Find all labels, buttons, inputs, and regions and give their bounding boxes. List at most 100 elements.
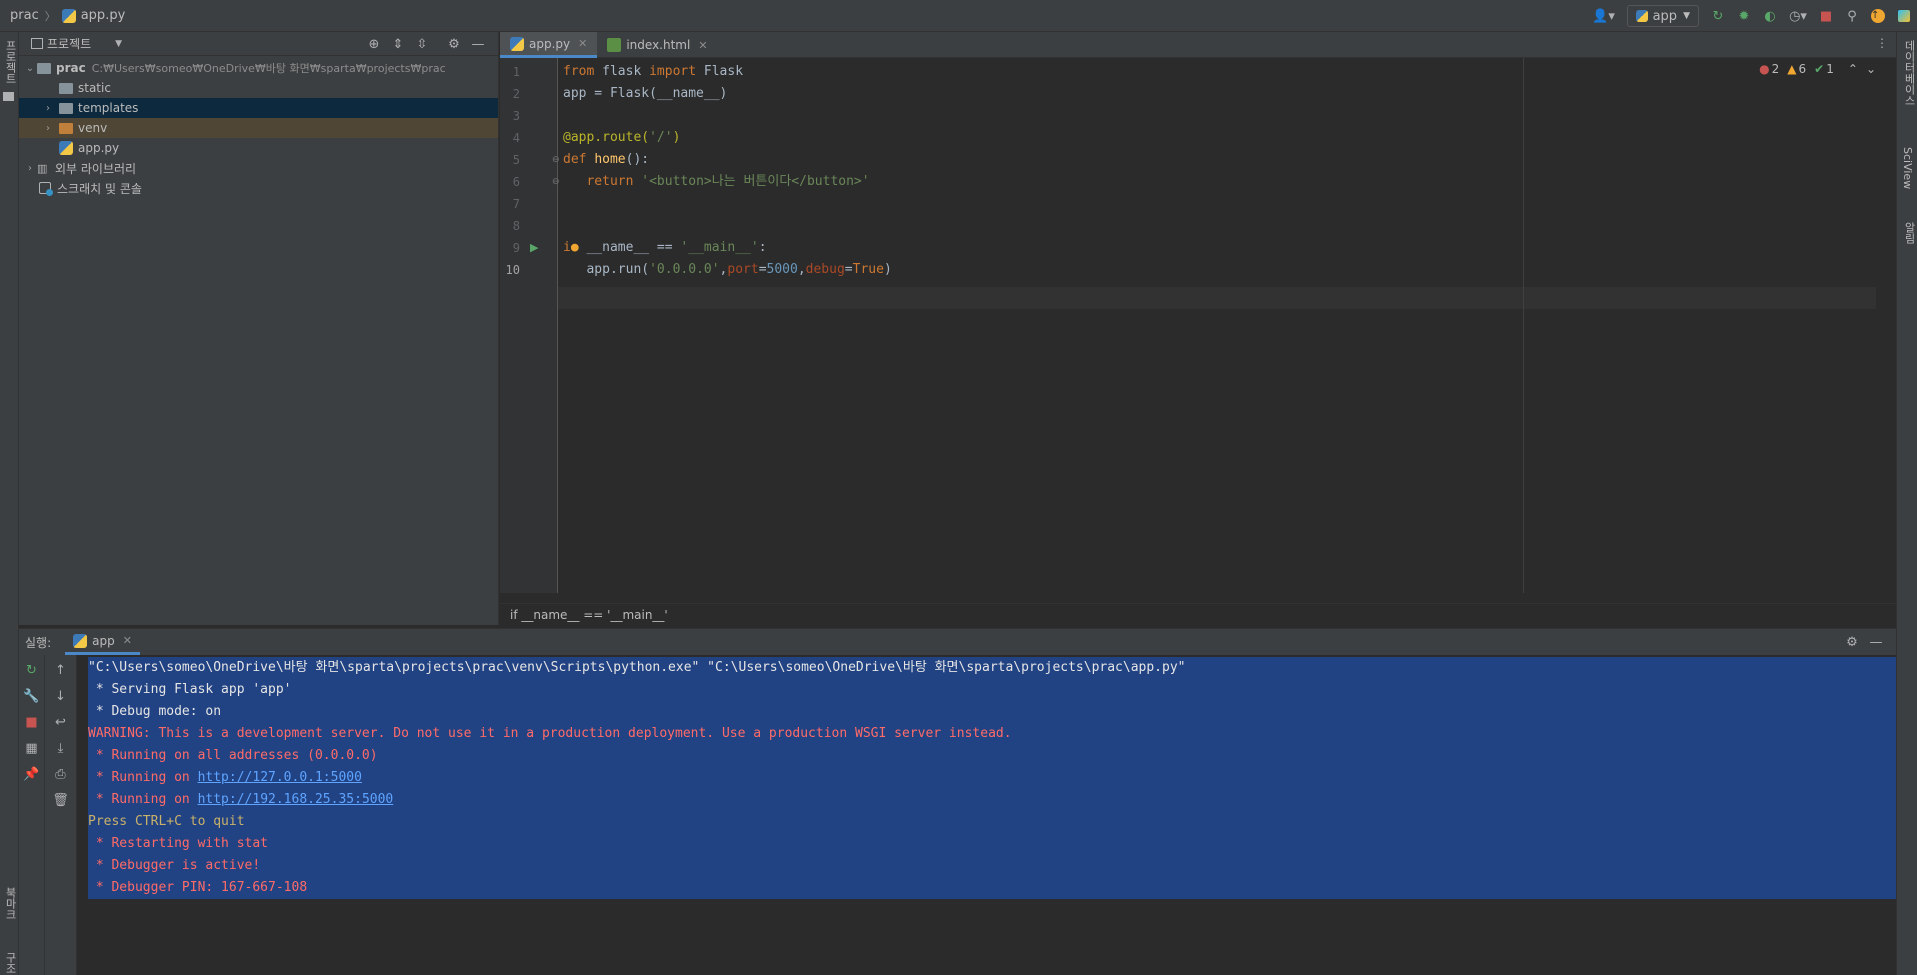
console-text: * Running on (88, 770, 198, 785)
gear-icon[interactable]: ⚙ (1840, 635, 1864, 650)
stop-icon[interactable]: ■ (1813, 4, 1839, 28)
coverage-icon[interactable]: ◐ (1757, 4, 1783, 28)
chevron-up-icon[interactable]: ⌃ (1848, 62, 1858, 76)
bookmarks-tool-label[interactable]: 북마크 (2, 887, 18, 920)
structure-tool-label[interactable]: 구조 (2, 952, 18, 974)
rerun-icon[interactable]: ↻ (19, 663, 44, 678)
chevron-right-icon[interactable]: › (41, 103, 55, 114)
tree-item-static[interactable]: static (19, 78, 498, 98)
check-icon: ✔ (1814, 62, 1825, 76)
fold-icon[interactable]: ⊖ (552, 149, 560, 171)
code-line: return '<button>나는 버튼이다</button>' (586, 174, 870, 189)
rerun-icon[interactable]: ↻ (1705, 4, 1731, 28)
chevron-right-icon[interactable]: › (41, 123, 55, 134)
wrench-icon[interactable]: 🔧 (19, 689, 44, 704)
console-line: * Running on http://192.168.25.35:5000 (88, 789, 1896, 811)
expand-all-icon[interactable]: ⇕ (386, 37, 410, 52)
console-line: * Running on http://127.0.0.1:5000 (88, 767, 1896, 789)
python-file-icon (510, 36, 524, 51)
pin-icon[interactable]: 📌 (19, 767, 44, 782)
fold-icon[interactable]: ⊖ (552, 171, 560, 193)
run-config-selector[interactable]: app ▼ (1626, 5, 1699, 27)
tree-item-label: prac (56, 61, 86, 75)
chevron-right-icon[interactable]: › (23, 163, 37, 174)
error-count: 2 (1771, 62, 1780, 76)
project-view-icon (31, 38, 43, 49)
editor-breadcrumb[interactable]: if __name__ == '__main__' (500, 603, 1896, 625)
editor-tabs: app.py ✕ index.html ✕ ⋮ (500, 32, 1896, 58)
sciview-tool-label[interactable]: SciView (1901, 147, 1914, 189)
notifications-tool-label[interactable]: 알림 (1901, 222, 1917, 244)
code-content[interactable]: from flask import Flask app = Flask(__na… (563, 58, 1876, 593)
minimize-icon[interactable]: — (466, 37, 490, 52)
tree-item-templates[interactable]: › templates (19, 98, 498, 118)
breadcrumb-file[interactable]: app.py (81, 8, 126, 23)
update-icon[interactable]: ↑ (1865, 4, 1891, 28)
more-tabs-icon[interactable]: ⋮ (1876, 36, 1888, 50)
run-config-label: app (1652, 8, 1678, 24)
tree-item-app-py[interactable]: app.py (19, 138, 498, 158)
navigation-bar: prac 〉 app.py 👤▾ app ▼ ↻ ✹ ◐ ◷▾ ■ ⚲ ↑ (0, 0, 1917, 32)
tree-item-external-libraries[interactable]: › ▥ 외부 라이브러리 (19, 158, 498, 178)
console-text: * Running on (88, 792, 198, 807)
collapse-all-icon[interactable]: ⇳ (410, 37, 434, 52)
tree-item-scratches[interactable]: 스크래치 및 콘솔 (19, 178, 498, 198)
tree-item-path: C:₩Users₩someo₩OneDrive₩바탕 화면₩sparta₩pro… (91, 62, 446, 75)
html-file-icon (607, 38, 622, 52)
tab-app-py[interactable]: app.py ✕ (500, 32, 598, 58)
database-tool-label[interactable]: 데이터베이스 (1901, 40, 1917, 106)
error-icon: ● (1759, 62, 1770, 76)
run-toolbar-secondary: ↑ ↓ ↩ ⤓ ⎙ 🗑 (45, 655, 77, 975)
python-file-icon (1635, 10, 1648, 22)
tab-index-html[interactable]: index.html ✕ (597, 32, 717, 58)
folder-icon (3, 92, 14, 101)
project-panel-header: 프로젝트 ▼ ⊕ ⇕ ⇳ ⚙ — (19, 32, 498, 56)
breadcrumb-project[interactable]: prac (10, 8, 39, 23)
arrow-down-icon[interactable]: ↓ (45, 689, 76, 704)
locate-icon[interactable]: ⊕ (362, 37, 386, 52)
close-icon[interactable]: ✕ (698, 39, 707, 52)
user-icon[interactable]: 👤▾ (1587, 4, 1621, 28)
tree-item-label: templates (78, 101, 139, 115)
close-icon[interactable]: ✕ (578, 37, 587, 50)
code-line: app = Flask(__name__) (563, 86, 728, 101)
minimize-icon[interactable]: — (1864, 635, 1888, 650)
console-output[interactable]: "C:\Users\someo\OneDrive\바탕 화면\sparta\pr… (88, 657, 1896, 899)
console-line: WARNING: This is a development server. D… (88, 723, 1896, 745)
close-icon[interactable]: ✕ (123, 634, 132, 647)
toolbox-icon[interactable] (1891, 4, 1917, 28)
stop-icon[interactable]: ■ (19, 715, 44, 730)
python-file-icon (61, 8, 76, 23)
run-panel: 실행: app ✕ ⚙ — ↻ 🔧 ■ ▦ 📌 ↑ ↓ ↩ ⤓ ⎙ 🗑 "C:\… (19, 628, 1896, 975)
trash-icon[interactable]: 🗑 (45, 793, 76, 808)
console-link[interactable]: http://127.0.0.1:5000 (198, 770, 362, 785)
chevron-down-icon[interactable]: ⌄ (1866, 62, 1876, 76)
scroll-to-end-icon[interactable]: ⤓ (45, 741, 76, 756)
console-line: * Serving Flask app 'app' (88, 679, 1896, 701)
project-tool-label[interactable]: 프로젝트 (2, 40, 18, 84)
chevron-down-icon[interactable]: ⌄ (23, 63, 37, 74)
console-line: "C:\Users\someo\OneDrive\바탕 화면\sparta\pr… (88, 657, 1896, 679)
console-link[interactable]: http://192.168.25.35:5000 (198, 792, 394, 807)
run-tab-app[interactable]: app ✕ (65, 629, 140, 655)
gear-icon[interactable]: ⚙ (442, 37, 466, 52)
code-line: def home(): (563, 152, 650, 167)
run-toolbar-primary: ↻ 🔧 ■ ▦ 📌 (19, 655, 45, 975)
profile-icon[interactable]: ◷▾ (1783, 4, 1813, 28)
tree-item-venv[interactable]: › venv (19, 118, 498, 138)
tree-item-label: static (78, 81, 111, 95)
tree-item-prac[interactable]: ⌄ prac C:₩Users₩someo₩OneDrive₩바탕 화면₩spa… (19, 58, 498, 78)
project-panel-title[interactable]: 프로젝트 (47, 35, 91, 52)
editor-gutter: 1 2 3 4 5 6 7 8 9 10 ▶ ⊖ ⊖ (500, 58, 560, 593)
run-gutter-icon[interactable]: ▶ (530, 237, 538, 259)
layout-icon[interactable]: ▦ (19, 741, 44, 756)
chevron-down-icon[interactable]: ▼ (115, 39, 122, 49)
left-tool-strip: 프로젝트 북마크 구조 (0, 32, 19, 975)
inspection-widget[interactable]: ● 2 ▲ 6 ✔ 1 ⌃ ⌄ (1751, 62, 1876, 76)
arrow-up-icon[interactable]: ↑ (45, 663, 76, 678)
run-panel-label: 실행: (25, 635, 52, 650)
print-icon[interactable]: ⎙ (45, 767, 76, 782)
debug-icon[interactable]: ✹ (1731, 4, 1757, 28)
soft-wrap-icon[interactable]: ↩ (45, 715, 76, 730)
search-icon[interactable]: ⚲ (1839, 4, 1865, 28)
